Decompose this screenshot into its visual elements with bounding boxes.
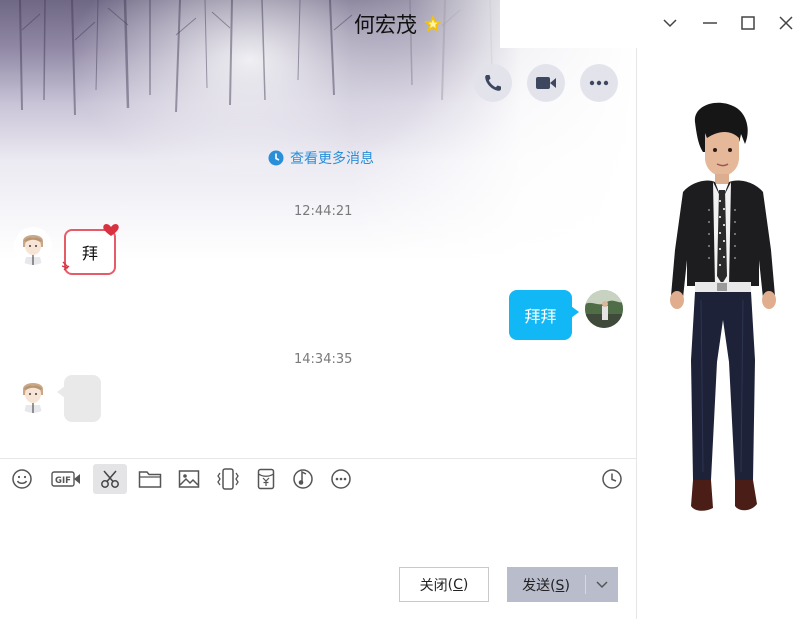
music-icon (293, 469, 313, 489)
emoji-button[interactable] (6, 464, 38, 494)
image-button[interactable] (173, 464, 205, 494)
close-window-button[interactable] (775, 12, 797, 34)
red-packet-button[interactable] (250, 464, 282, 494)
contact-name: 何宏茂 (354, 13, 417, 37)
view-more-messages-label: 查看更多消息 (290, 151, 374, 167)
message-text: 拜拜 (524, 307, 557, 326)
more-tools-button[interactable] (325, 464, 357, 494)
screenshot-button[interactable] (93, 464, 127, 494)
video-call-icon (536, 77, 556, 89)
chevron-down-icon (596, 580, 608, 588)
side-panel-divider (636, 48, 637, 619)
maximize-icon (741, 16, 755, 30)
input-toolbar: GIF (0, 464, 636, 496)
timestamp: 12:44:21 (294, 204, 353, 219)
close-button[interactable]: 关闭(C) (399, 567, 489, 602)
minimize-button[interactable] (699, 12, 721, 34)
image-icon (178, 470, 200, 488)
scissors-icon (101, 470, 119, 488)
avatar-image (14, 375, 52, 413)
message-bubble[interactable] (64, 375, 101, 422)
red-packet-icon (257, 468, 275, 490)
close-label: 关闭 (419, 577, 448, 594)
send-button[interactable]: 发送(S) (507, 567, 618, 602)
star-badge-icon (424, 15, 442, 32)
more-icon (331, 469, 351, 489)
message-text: 拜 (81, 244, 98, 263)
heart-decoration-icon (61, 261, 70, 271)
minimize-icon (703, 22, 717, 24)
file-button[interactable] (134, 464, 166, 494)
emoji-icon (12, 469, 32, 489)
music-button[interactable] (287, 464, 319, 494)
message-input[interactable] (0, 498, 636, 558)
contact-avatar[interactable] (14, 227, 52, 265)
message-bubble-sent[interactable]: 拜拜 (509, 290, 572, 340)
more-actions-button[interactable] (580, 64, 618, 102)
send-label-wrap: 发送(S) (522, 577, 570, 594)
input-divider (0, 458, 636, 459)
video-call-button[interactable] (527, 64, 565, 102)
phone-icon (485, 75, 501, 91)
chevron-down-icon (663, 19, 677, 28)
folder-icon (138, 471, 162, 488)
close-icon (779, 16, 793, 30)
clock-icon (268, 150, 284, 166)
contact-avatar[interactable] (14, 375, 52, 413)
timestamp: 14:34:35 (294, 352, 353, 367)
send-shortcut: S (555, 577, 565, 594)
history-icon (602, 469, 622, 489)
avatar-image (14, 227, 52, 265)
heart-decoration-icon (103, 223, 119, 236)
more-icon (589, 80, 609, 86)
close-shortcut: C (453, 576, 463, 593)
voice-call-button[interactable] (474, 64, 512, 102)
svg-text:GIF: GIF (55, 476, 71, 486)
gif-button[interactable]: GIF (49, 464, 83, 494)
gif-icon: GIF (51, 471, 80, 487)
my-avatar[interactable] (585, 290, 623, 328)
send-options-button[interactable] (586, 580, 618, 589)
shake-icon (217, 468, 239, 490)
titlebar-blank (500, 0, 809, 48)
message-history-button[interactable] (596, 464, 628, 494)
send-label: 发送 (522, 577, 551, 594)
collapse-button[interactable] (659, 12, 681, 34)
maximize-button[interactable] (737, 12, 759, 34)
avatar-image (585, 290, 623, 328)
view-more-messages-link[interactable]: 查看更多消息 (268, 148, 374, 168)
character-figure-image (670, 102, 776, 511)
shake-button[interactable] (212, 464, 244, 494)
bubble-tail (571, 306, 579, 318)
window-title: 何宏茂 (354, 10, 443, 38)
